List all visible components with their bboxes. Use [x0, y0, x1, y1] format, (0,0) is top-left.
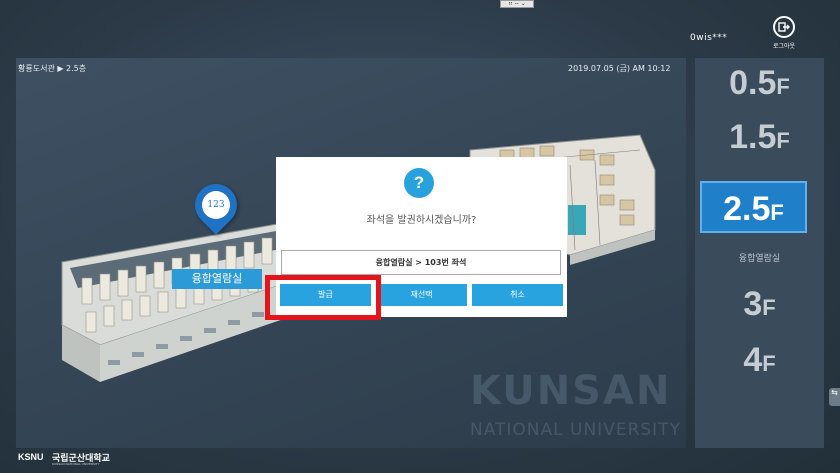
room-label[interactable]: 융합열람실	[172, 269, 262, 289]
floor-unit: F	[776, 74, 790, 99]
side-drawer-handle[interactable]: ⇆	[829, 388, 840, 406]
floor-number: 3	[743, 285, 763, 323]
floor-unit: F	[762, 295, 776, 320]
floor-unit: F	[762, 351, 776, 376]
dialog-question: 좌석을 발권하시겠습니까?	[366, 215, 477, 226]
floor-1-5-button[interactable]: 1.5F	[695, 118, 824, 157]
floor-unit: F	[776, 128, 790, 153]
question-icon: ?	[404, 168, 434, 198]
watermark-subtitle: NATIONAL UNIVERSITY	[470, 420, 681, 440]
cancel-button[interactable]: 취소	[472, 284, 563, 306]
floor-3-button[interactable]: 3F	[695, 285, 824, 324]
floor-number: 1.5	[729, 118, 777, 156]
floor-number: 4	[743, 341, 763, 379]
reselect-button[interactable]: 재선택	[376, 284, 467, 306]
floor-2-5-button[interactable]: 2.5F	[700, 181, 807, 233]
floor-4-button[interactable]: 4F	[695, 341, 824, 380]
floor-unit: F	[770, 200, 784, 225]
active-floor-caption: 융합열람실	[738, 254, 781, 264]
floor-number: 2.5	[723, 190, 771, 228]
logo-sub: KUNSAN NATIONAL UNIVERSITY	[52, 462, 100, 466]
seat-info-box: 융합열람실 > 103번 좌석	[281, 250, 561, 275]
pin-number: 123	[202, 191, 230, 219]
logo-short: KSNU	[18, 452, 44, 462]
floor-0-5-button[interactable]: 0.5F	[695, 64, 824, 103]
floor-number: 0.5	[729, 64, 777, 102]
highlight-box	[265, 275, 381, 320]
watermark-title: KUNSAN	[470, 368, 672, 414]
